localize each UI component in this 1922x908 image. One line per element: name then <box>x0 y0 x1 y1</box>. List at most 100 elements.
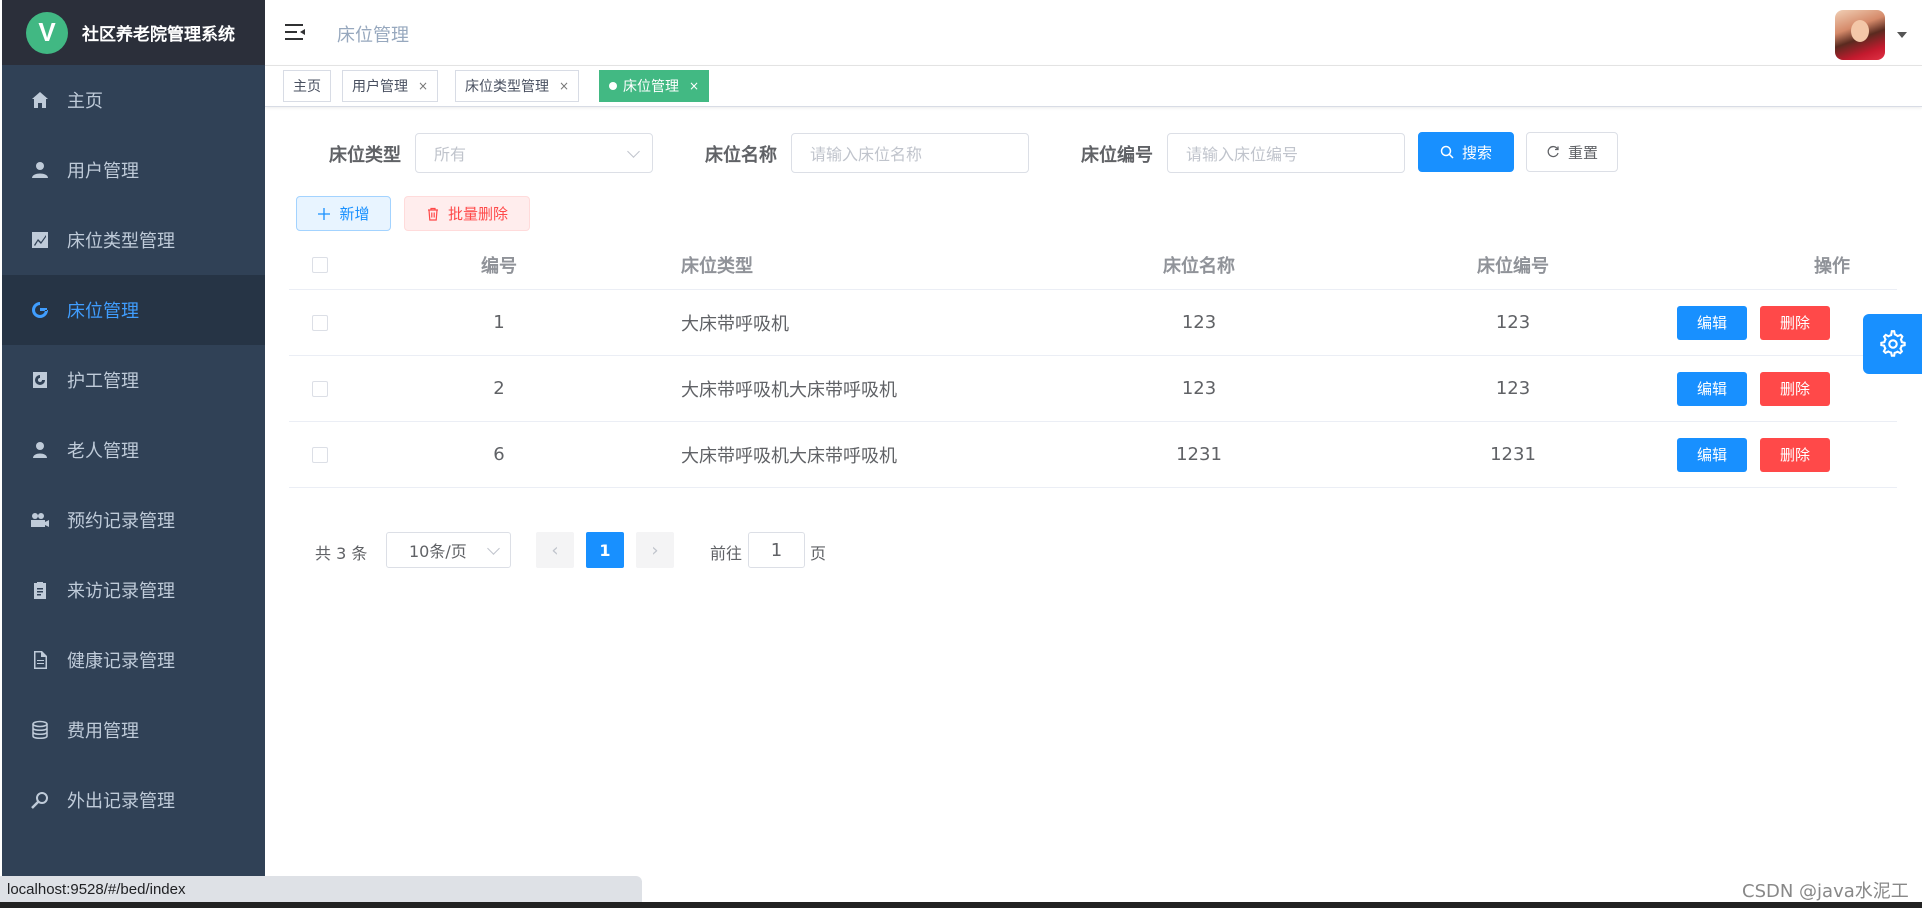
batch-delete-button[interactable]: 批量删除 <box>404 196 530 231</box>
cell-id: 6 <box>493 444 505 465</box>
bed-type-select[interactable]: 所有 <box>415 133 653 173</box>
sidebar-item-beds[interactable]: 床位管理 <box>2 275 265 345</box>
sidebar-item-reservations[interactable]: 预约记录管理 <box>2 485 265 555</box>
sidebar-item-home[interactable]: 主页 <box>2 65 265 135</box>
sidebar-item-outings[interactable]: 外出记录管理 <box>2 765 265 835</box>
bed-no-label: 床位编号 <box>1081 145 1153 166</box>
page-size-value: 10条/页 <box>409 542 467 561</box>
goto-prefix: 前往 <box>710 544 743 563</box>
page-size-select[interactable]: 10条/页 <box>386 532 511 568</box>
caret-down-icon[interactable] <box>1897 32 1907 38</box>
sidebar-item-label: 主页 <box>67 91 103 112</box>
search-icon <box>1440 145 1454 159</box>
cell-type: 大床带呼吸机大床带呼吸机 <box>681 379 897 401</box>
delete-button[interactable]: 删除 <box>1760 371 1830 406</box>
bed-no-input[interactable]: 请输入床位编号 <box>1167 133 1405 173</box>
clipboard-icon <box>29 579 51 601</box>
breadcrumb: 床位管理 <box>337 25 409 46</box>
tag-beds[interactable]: 床位管理 × <box>599 70 710 102</box>
delete-button[interactable]: 删除 <box>1760 305 1830 340</box>
search-button-label: 搜索 <box>1461 143 1492 162</box>
bottom-edge <box>0 902 1922 908</box>
chart-icon <box>29 229 51 251</box>
sidebar-item-label: 床位类型管理 <box>67 231 175 252</box>
sidebar-item-health[interactable]: 健康记录管理 <box>2 625 265 695</box>
app-title: 社区养老院管理系统 <box>82 25 235 45</box>
sidebar-item-elderly[interactable]: 老人管理 <box>2 415 265 485</box>
edit-button[interactable]: 编辑 <box>1677 437 1747 472</box>
prev-page-button[interactable]: ‹ <box>536 532 574 568</box>
batch-delete-label: 批量删除 <box>447 205 508 223</box>
bed-icon <box>29 299 51 321</box>
sidebar-item-fees[interactable]: 费用管理 <box>2 695 265 765</box>
sidebar-item-label: 老人管理 <box>67 441 139 462</box>
edit-button[interactable]: 编辑 <box>1677 371 1747 406</box>
cell-actions: 编辑 删除 <box>1677 422 1843 487</box>
cell-code: 123 <box>1495 378 1531 399</box>
cell-id: 2 <box>493 378 505 399</box>
hamburger-icon[interactable] <box>283 20 307 44</box>
navbar: 床位管理 <box>265 0 1922 66</box>
caregiver-icon <box>29 369 51 391</box>
tag-home[interactable]: 主页 <box>283 70 331 102</box>
sidebar-item-label: 费用管理 <box>67 721 139 742</box>
cell-actions: 编辑 删除 <box>1677 290 1843 355</box>
home-icon <box>29 89 51 111</box>
cell-code: 1231 <box>1490 444 1536 465</box>
settings-button[interactable] <box>1863 314 1922 374</box>
sidebar-item-label: 来访记录管理 <box>67 581 175 602</box>
goto-page-input[interactable]: 1 <box>748 532 805 568</box>
add-button-label: 新增 <box>339 205 370 223</box>
table-header: 编号 床位类型 床位名称 床位编号 操作 <box>289 240 1897 290</box>
avatar[interactable] <box>1835 10 1885 60</box>
reset-button[interactable]: 重置 <box>1526 132 1618 172</box>
bed-no-placeholder: 请输入床位编号 <box>1186 145 1299 164</box>
tag-bed-types[interactable]: 床位类型管理 × <box>455 70 580 102</box>
cell-type: 大床带呼吸机 <box>681 313 789 335</box>
tag-label: 床位类型管理 <box>465 79 549 95</box>
bed-name-placeholder: 请输入床位名称 <box>810 145 923 164</box>
sidebar-item-label: 护工管理 <box>67 371 139 392</box>
app-logo: V <box>26 11 68 54</box>
close-icon[interactable]: × <box>559 79 569 93</box>
close-icon[interactable]: × <box>689 79 699 93</box>
sidebar-item-bed-types[interactable]: 床位类型管理 <box>2 205 265 275</box>
brand[interactable]: V 社区养老院管理系统 <box>2 0 265 65</box>
edit-button[interactable]: 编辑 <box>1677 305 1747 340</box>
bed-type-label: 床位类型 <box>329 145 401 166</box>
sidebar-item-label: 用户管理 <box>67 161 139 182</box>
column-header-id: 编号 <box>481 255 517 277</box>
browser-status-url: localhost:9528/#/bed/index <box>0 876 642 902</box>
sidebar-item-label: 预约记录管理 <box>67 511 175 532</box>
search-button[interactable]: 搜索 <box>1418 132 1514 172</box>
active-dot-icon <box>609 82 617 90</box>
reset-button-label: 重置 <box>1567 143 1598 162</box>
tag-users[interactable]: 用户管理 × <box>342 70 439 102</box>
sidebar-item-users[interactable]: 用户管理 <box>2 135 265 205</box>
camera-icon <box>29 509 51 531</box>
cell-code: 123 <box>1495 312 1531 333</box>
chevron-right-icon: › <box>651 539 659 561</box>
column-header-name: 床位名称 <box>1163 255 1235 277</box>
next-page-button[interactable]: › <box>636 532 674 568</box>
tags-view: 主页 用户管理 × 床位类型管理 × 床位管理 × <box>265 66 1922 107</box>
add-button[interactable]: 新增 <box>296 196 391 231</box>
database-icon <box>29 719 51 741</box>
sidebar-item-label: 外出记录管理 <box>67 791 175 812</box>
close-icon[interactable]: × <box>418 79 428 93</box>
cell-type: 大床带呼吸机大床带呼吸机 <box>681 445 897 467</box>
delete-button[interactable]: 删除 <box>1760 437 1830 472</box>
page-number-current[interactable]: 1 <box>586 532 624 568</box>
cell-id: 1 <box>493 312 505 333</box>
trash-icon <box>427 207 438 221</box>
sidebar-item-label: 床位管理 <box>67 301 139 322</box>
person-icon <box>29 439 51 461</box>
sidebar-item-visits[interactable]: 来访记录管理 <box>2 555 265 625</box>
column-header-code: 床位编号 <box>1477 255 1549 277</box>
table-row: 6 大床带呼吸机大床带呼吸机 1231 1231 编辑 删除 <box>289 422 1897 488</box>
bed-name-input[interactable]: 请输入床位名称 <box>791 133 1029 173</box>
sidebar-item-label: 健康记录管理 <box>67 651 175 672</box>
sidebar-item-caregivers[interactable]: 护工管理 <box>2 345 265 415</box>
document-icon <box>29 649 51 671</box>
search-key-icon <box>29 789 51 811</box>
